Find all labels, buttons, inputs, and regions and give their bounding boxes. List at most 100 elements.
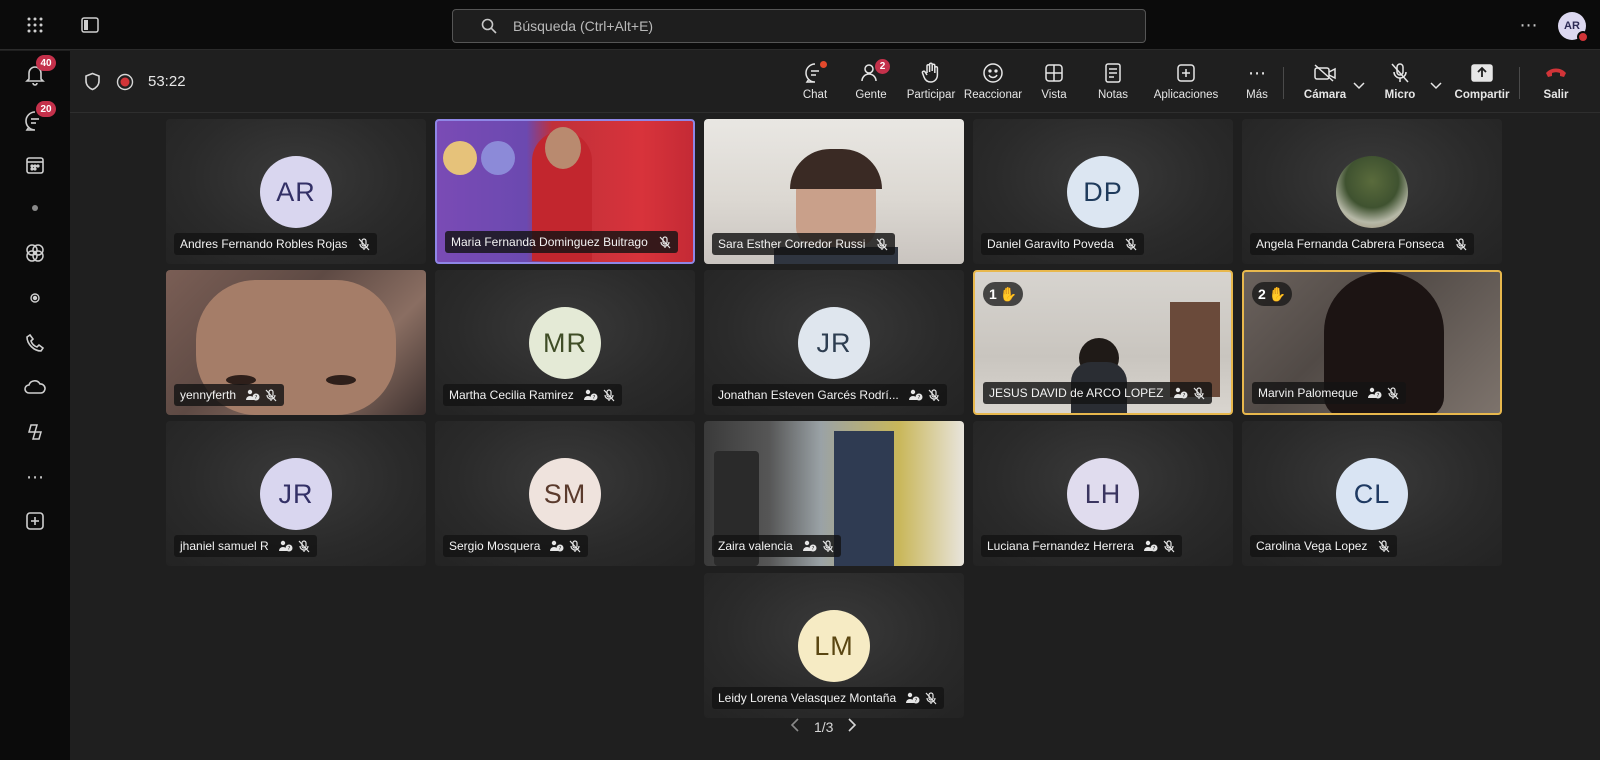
participant-nameplate: Sergio Mosquera? [443, 535, 589, 557]
participant-tile[interactable]: LH Luciana Fernandez Herrera? [973, 421, 1233, 566]
participant-tile[interactable]: SM Sergio Mosquera? [435, 421, 695, 566]
participant-name: Luciana Fernandez Herrera [987, 539, 1134, 553]
participant-tile[interactable]: JR jhaniel samuel R? [166, 421, 426, 566]
participant-nameplate: Andres Fernando Robles Rojas [174, 233, 378, 255]
recording-icon [116, 73, 134, 96]
participant-nameplate: Martha Cecilia Ramirez? [443, 384, 622, 406]
shield-icon[interactable] [84, 72, 101, 96]
next-page-icon[interactable] [847, 718, 857, 735]
guest-user-icon: ? [583, 388, 598, 402]
raise-hand-icon [917, 61, 945, 85]
mic-options-chevron-icon[interactable] [1430, 77, 1442, 95]
participant-name: JESUS DAVID de ARCO LOPEZ [989, 386, 1164, 400]
participant-tile[interactable]: Sara Esther Corredor Russi [704, 119, 964, 264]
chat-icon [801, 61, 829, 85]
people-icon: 2 [857, 59, 890, 85]
participant-nameplate: Marvin Palomeque? [1252, 382, 1407, 404]
svg-text:?: ? [917, 395, 920, 401]
mic-muted-icon [1162, 539, 1176, 553]
add-apps-icon[interactable] [22, 508, 48, 534]
share-screen-icon [1468, 61, 1496, 85]
participant-nameplate: Luciana Fernandez Herrera? [981, 535, 1182, 557]
people-badge: 2 [875, 59, 890, 74]
svg-text:?: ? [811, 546, 814, 552]
search-icon [481, 18, 497, 34]
participant-name: Jonathan Esteven Garcés Rodrí... [718, 388, 899, 402]
copilot-dot-icon[interactable] [22, 285, 48, 311]
top-bar: Búsqueda (Ctrl+Alt+E) ⋯ AR [0, 0, 1600, 50]
copilot-icon[interactable] [22, 419, 48, 445]
toolbar-divider-2 [1519, 67, 1520, 99]
activity-icon[interactable]: 40 [22, 55, 56, 88]
camera-button[interactable]: Cámara [1300, 61, 1350, 107]
camera-off-icon [1311, 61, 1339, 85]
previous-page-icon[interactable] [790, 718, 800, 735]
view-label: Vista [1041, 89, 1067, 101]
guest-user-icon: ? [1173, 386, 1188, 400]
user-avatar[interactable]: AR [1558, 12, 1589, 43]
participant-tile[interactable]: 1 ✋ JESUS DAVID de ARCO LOPEZ? [973, 270, 1233, 415]
share-button[interactable]: Compartir [1453, 61, 1511, 107]
raised-hand-order: 2 [1258, 286, 1266, 302]
svg-text:?: ? [592, 395, 595, 401]
more-apps-icon[interactable]: ⋯ [22, 464, 48, 490]
participant-nameplate: Leidy Lorena Velasquez Montaña? [712, 687, 945, 709]
participant-tile[interactable]: 2 ✋ Marvin Palomeque? [1242, 270, 1502, 415]
participant-tile[interactable]: Maria Fernanda Dominguez Buitrago [435, 119, 695, 264]
camera-label: Cámara [1303, 89, 1347, 101]
activity-badge: 40 [36, 55, 56, 71]
participant-name: yennyferth [180, 388, 237, 402]
participant-name: Maria Fernanda Dominguez Buitrago [451, 235, 648, 249]
raised-hand-order: 1 [989, 286, 997, 302]
mic-label: Micro [1384, 89, 1416, 101]
view-button[interactable]: Vista [1034, 61, 1074, 107]
participant-tile[interactable]: DP Daniel Garavito Poveda [973, 119, 1233, 264]
guest-user-icon: ? [908, 388, 923, 402]
participant-tile[interactable]: yennyferth? [166, 270, 426, 415]
participant-avatar: JR [260, 458, 332, 530]
react-button[interactable]: Reaccionar [963, 61, 1023, 107]
search-input[interactable]: Búsqueda (Ctrl+Alt+E) [452, 9, 1146, 43]
chat-rail-icon[interactable]: 20 [22, 101, 56, 134]
mic-muted-icon [927, 388, 941, 402]
notes-button[interactable]: Notas [1093, 61, 1133, 107]
calendar-icon[interactable] [22, 152, 48, 178]
meeting-toolbar: 53:22 Chat 2 Gente Participar Reaccionar… [70, 51, 1600, 113]
participant-tile[interactable]: LM Leidy Lorena Velasquez Montaña? [704, 573, 964, 718]
svg-text:?: ? [1182, 393, 1185, 399]
participant-nameplate: yennyferth? [174, 384, 285, 406]
chat-button[interactable]: Chat [795, 61, 835, 107]
raised-hand-badge: 1 ✋ [983, 282, 1024, 306]
participant-nameplate: Carolina Vega Lopez [1250, 535, 1398, 557]
participant-tile[interactable]: JR Jonathan Esteven Garcés Rodrí...? [704, 270, 964, 415]
chat-unread-dot [820, 61, 827, 68]
sidebar-toggle-icon[interactable] [77, 12, 103, 38]
participant-tile[interactable]: AR Andres Fernando Robles Rojas [166, 119, 426, 264]
raised-hand-icon: ✋ [1268, 285, 1287, 302]
participant-tile[interactable]: CL Carolina Vega Lopez [1242, 421, 1502, 566]
participant-name: Zaira valencia [718, 539, 793, 553]
calls-icon[interactable] [22, 330, 48, 356]
participant-tile[interactable]: MR Martha Cecilia Ramirez? [435, 270, 695, 415]
guest-user-icon: ? [246, 388, 260, 402]
leave-button[interactable]: Salir [1533, 61, 1579, 107]
onedrive-icon[interactable] [22, 374, 48, 400]
participant-name: Andres Fernando Robles Rojas [180, 237, 348, 251]
raise-hand-button[interactable]: Participar [904, 61, 958, 107]
teams-app-icon[interactable] [22, 195, 48, 221]
svg-text:?: ? [559, 546, 562, 552]
app-launcher-icon[interactable] [22, 12, 48, 38]
participant-tile[interactable]: Angela Fernanda Cabrera Fonseca [1242, 119, 1502, 264]
teams-meeting-window: Búsqueda (Ctrl+Alt+E) ⋯ AR 40 20 ⋯ 53:22… [0, 0, 1600, 760]
more-label: Más [1246, 89, 1268, 101]
apps-button[interactable]: Aplicaciones [1146, 61, 1226, 107]
camera-options-chevron-icon[interactable] [1353, 77, 1365, 95]
more-options-icon[interactable]: ⋯ [1516, 12, 1542, 38]
apps-rail-icon[interactable] [22, 240, 48, 266]
mic-muted-icon [875, 237, 889, 251]
participant-tile[interactable]: Zaira valencia? [704, 421, 964, 566]
participant-nameplate: Angela Fernanda Cabrera Fonseca [1250, 233, 1475, 255]
mic-button[interactable]: Micro [1375, 61, 1425, 107]
more-button[interactable]: ⋯ Más [1237, 61, 1277, 107]
people-button[interactable]: 2 Gente [851, 59, 891, 107]
